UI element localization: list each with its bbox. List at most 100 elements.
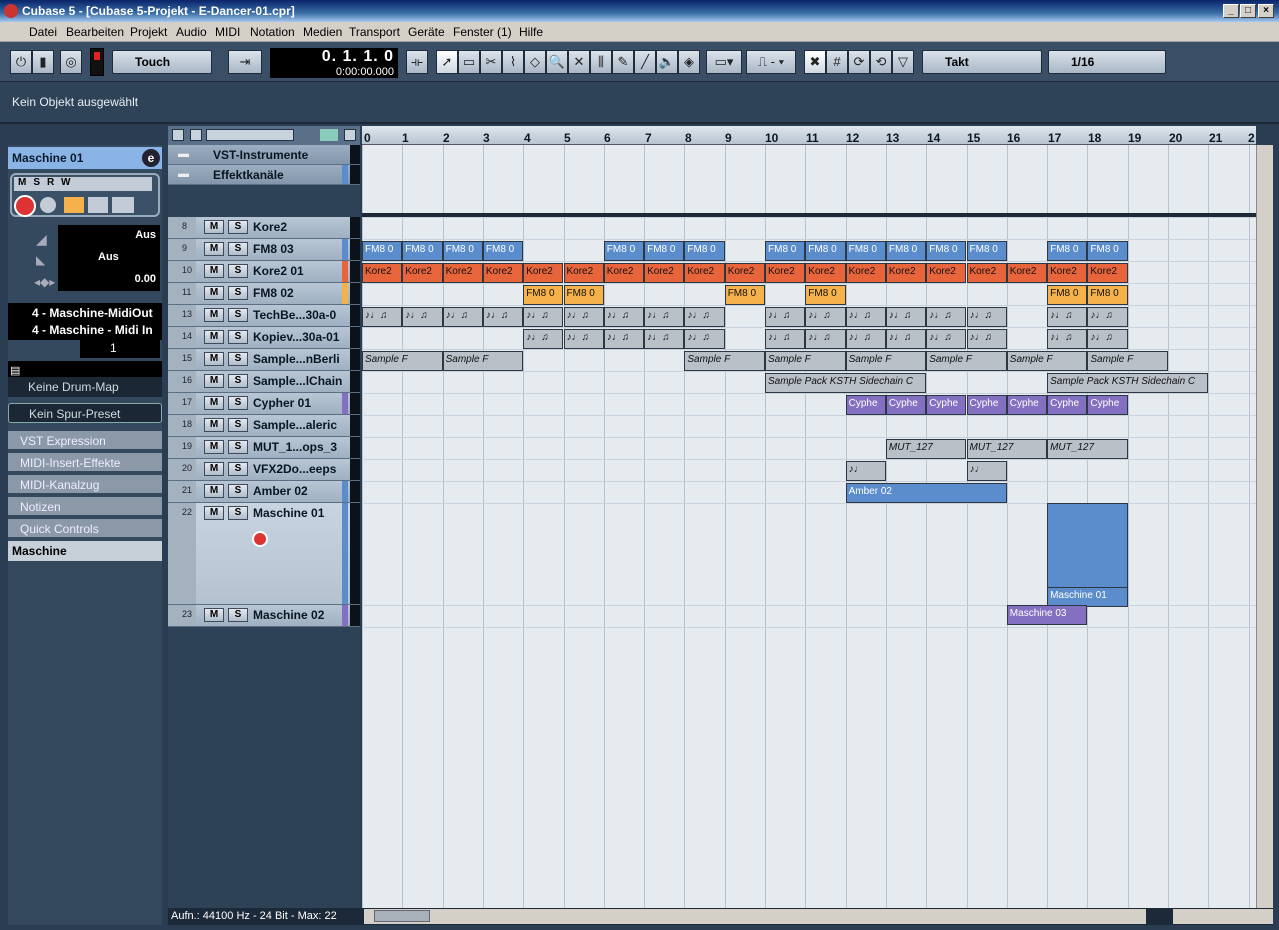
event-fm[interactable]: FM8 0 bbox=[1087, 241, 1128, 261]
event-kore[interactable]: Kore2 bbox=[402, 263, 443, 283]
menu-hilfe[interactable]: Hilfe bbox=[519, 25, 543, 39]
menu-projekt[interactable]: Projekt bbox=[130, 25, 167, 39]
track-options-icon[interactable] bbox=[344, 129, 356, 141]
show-icon[interactable] bbox=[190, 129, 202, 141]
event-gray[interactable]: ♪♩♫ bbox=[684, 307, 725, 327]
event-kore[interactable]: Kore2 bbox=[644, 263, 685, 283]
track-row[interactable]: 19 M S MUT_1...ops_3 bbox=[168, 437, 360, 459]
event-gray[interactable]: ♪♩♫ bbox=[885, 329, 927, 349]
event-gray[interactable]: ♪♩♫ bbox=[563, 307, 604, 327]
volume-pan-display[interactable]: Aus Aus 0.00 bbox=[58, 225, 160, 291]
menu-fenster[interactable]: Fenster (1) bbox=[453, 25, 512, 39]
section-midi-kanalzug[interactable]: MIDI-Kanalzug bbox=[8, 475, 162, 495]
event-fm[interactable]: FM8 0 bbox=[885, 241, 927, 261]
timewarp-tool-icon[interactable]: ⫼ bbox=[590, 50, 612, 74]
event-gray[interactable]: ♪♩♫ bbox=[885, 307, 927, 327]
event-purp[interactable]: Cyphe bbox=[1006, 395, 1048, 415]
split-tool-icon[interactable]: ✂ bbox=[480, 50, 502, 74]
event-purp[interactable]: Maschine 03 bbox=[1006, 605, 1088, 625]
event-gray[interactable]: ♪♩♫ bbox=[1047, 307, 1088, 327]
event-kore[interactable]: Kore2 bbox=[885, 263, 927, 283]
lock-button[interactable] bbox=[88, 197, 108, 213]
event-gray[interactable]: Sample Pack KSTH Sidechain C bbox=[765, 373, 927, 393]
lane-button[interactable] bbox=[112, 197, 134, 213]
event-kore[interactable]: Kore2 bbox=[765, 263, 806, 283]
event-gray[interactable]: ♪♩♫ bbox=[402, 307, 443, 327]
funnel-icon[interactable]: ▽ bbox=[892, 50, 914, 74]
auto-fades-select[interactable]: ⎍ - ▾ bbox=[746, 50, 796, 74]
event-gray[interactable]: Sample F bbox=[442, 351, 524, 371]
event-gray[interactable]: Sample Pack KSTH Sidechain C bbox=[1047, 373, 1209, 393]
event-gray[interactable]: ♪♩♫ bbox=[845, 307, 886, 327]
event-kore[interactable]: Kore2 bbox=[362, 263, 403, 283]
transport-display[interactable]: 0. 1. 1. 0 0:00:00.000 bbox=[270, 48, 398, 78]
event-gray[interactable]: ♪♩♫ bbox=[926, 307, 967, 327]
menu-midi[interactable]: MIDI bbox=[215, 25, 240, 39]
inspector-track-name[interactable]: Maschine 01 e bbox=[8, 147, 162, 169]
event-gray[interactable]: ♪♩♫ bbox=[765, 329, 806, 349]
event-gray[interactable]: Sample F bbox=[845, 351, 927, 371]
section-quick-controls[interactable]: Quick Controls bbox=[8, 519, 162, 539]
midi-in-select[interactable]: 4 - Maschine - Midi In bbox=[8, 320, 162, 340]
track-colors-icon[interactable] bbox=[320, 129, 338, 141]
event-kore[interactable]: Kore2 bbox=[966, 263, 1007, 283]
automation-mode-select[interactable]: Touch bbox=[112, 50, 212, 74]
folder-track-effects[interactable]: ▬ Effektkanäle bbox=[168, 165, 360, 185]
event-kore[interactable]: Kore2 bbox=[724, 263, 765, 283]
grid-type-select[interactable]: Takt bbox=[922, 50, 1042, 74]
folder-track-vst[interactable]: ▬ VST-Instrumente bbox=[168, 145, 360, 165]
track-row[interactable]: 16 M S Sample...lChain bbox=[168, 371, 360, 393]
track-row[interactable]: 10 M S Kore2 01 bbox=[168, 261, 360, 283]
event-gray[interactable]: ♪♩♫ bbox=[966, 307, 1007, 327]
draw-tool-icon[interactable]: ✎ bbox=[612, 50, 634, 74]
grid-icon[interactable]: # bbox=[826, 50, 848, 74]
event-gray[interactable]: ♪♩ bbox=[966, 461, 1007, 481]
event-gray[interactable]: Sample F bbox=[362, 351, 443, 371]
event-gray[interactable]: ♪♩♫ bbox=[926, 329, 967, 349]
event-gray[interactable]: ♪♩♫ bbox=[765, 307, 806, 327]
event-fm[interactable]: FM8 0 bbox=[684, 241, 725, 261]
event-gray[interactable]: ♪♩♫ bbox=[1087, 329, 1128, 349]
event-fm[interactable]: FM8 0 bbox=[966, 241, 1007, 261]
event-gray[interactable]: ♪♩♫ bbox=[684, 329, 725, 349]
event-kore[interactable]: Kore2 bbox=[1006, 263, 1048, 283]
menu-transport[interactable]: Transport bbox=[349, 25, 400, 39]
event-fm[interactable]: FM8 0 bbox=[805, 241, 846, 261]
event-gray[interactable]: ♪♩♫ bbox=[644, 329, 685, 349]
event-gray[interactable]: ♪♩♫ bbox=[603, 307, 645, 327]
event-gray[interactable]: Sample F bbox=[765, 351, 846, 371]
event-gray[interactable]: ♪♩♫ bbox=[523, 307, 564, 327]
event-purp[interactable]: Cyphe bbox=[885, 395, 927, 415]
timebase-button[interactable] bbox=[64, 197, 84, 213]
event-gray[interactable]: MUT_127 bbox=[1047, 439, 1128, 459]
event-fm[interactable]: FM8 0 bbox=[1047, 241, 1088, 261]
sync-icon[interactable]: ⟲ bbox=[870, 50, 892, 74]
track-row[interactable]: 13 M S TechBe...30a-0 bbox=[168, 305, 360, 327]
event-kore[interactable]: Kore2 bbox=[1047, 263, 1088, 283]
event-gray[interactable]: ♪♩♫ bbox=[805, 329, 846, 349]
track-filter-buttons[interactable] bbox=[206, 129, 294, 141]
vertical-scrollbar[interactable] bbox=[1256, 145, 1273, 910]
menu-bearbeiten[interactable]: Bearbeiten bbox=[66, 25, 124, 39]
event-fm[interactable]: FM8 0 bbox=[482, 241, 524, 261]
event-fmo[interactable]: FM8 0 bbox=[523, 285, 564, 305]
event-gray[interactable]: ♪♩♫ bbox=[603, 329, 645, 349]
event-gray[interactable]: ♪♩♫ bbox=[1087, 307, 1128, 327]
collapse-icon[interactable] bbox=[172, 129, 184, 141]
menu-audio[interactable]: Audio bbox=[176, 25, 207, 39]
monitor-button[interactable] bbox=[40, 197, 56, 213]
event-fmo[interactable]: FM8 0 bbox=[1087, 285, 1128, 305]
event-purp[interactable]: Cyphe bbox=[1047, 395, 1088, 415]
track-row[interactable]: 11 M S FM8 02 bbox=[168, 283, 360, 305]
event-gray[interactable]: ♪♩♫ bbox=[482, 307, 524, 327]
pointer-tool-icon[interactable]: ➚ bbox=[436, 50, 458, 74]
zoom-slider[interactable] bbox=[1173, 909, 1273, 924]
activate-project-button[interactable]: ⏻ bbox=[10, 50, 32, 74]
event-fm[interactable]: FM8 0 bbox=[442, 241, 483, 261]
menu-geraete[interactable]: Geräte bbox=[408, 25, 445, 39]
line-tool-icon[interactable]: ╱ bbox=[634, 50, 656, 74]
track-row[interactable]: 20 M S VFX2Do...eeps bbox=[168, 459, 360, 481]
menu-medien[interactable]: Medien bbox=[303, 25, 342, 39]
erase-tool-icon[interactable]: ◇ bbox=[524, 50, 546, 74]
event-kore[interactable]: Kore2 bbox=[1087, 263, 1128, 283]
